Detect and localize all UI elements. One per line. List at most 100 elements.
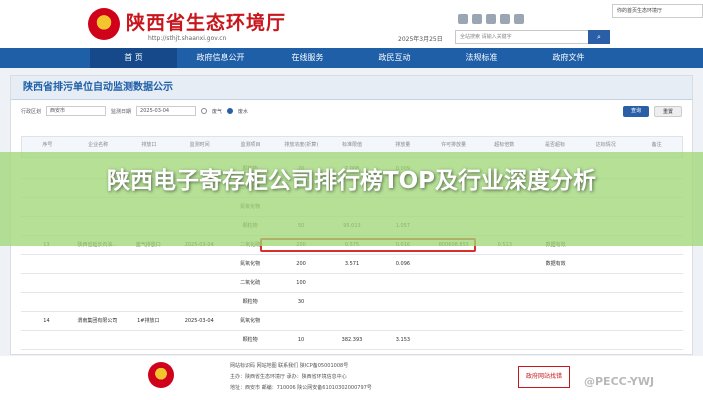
main-nav: 首 页 政府信息公开 在线服务 政民互动 法规标准 政府文件	[0, 48, 703, 68]
radio-gas-label: 废气	[212, 108, 223, 115]
table-cell: 200	[296, 261, 306, 267]
accessibility-icon[interactable]	[500, 14, 510, 24]
table-cell	[632, 312, 683, 330]
table-cell: 0.096	[395, 261, 411, 267]
table-row: 颗粒物 10 382.393 3.153	[21, 331, 683, 350]
table-cell	[530, 274, 581, 292]
table-cell: 30	[297, 299, 305, 305]
site-url: http://sthjt.shaanxi.gov.cn	[148, 35, 227, 42]
table-cell	[123, 293, 174, 311]
table-cell	[72, 255, 123, 273]
table-cell	[327, 293, 378, 311]
table-cell	[530, 331, 581, 349]
table-cell	[632, 293, 683, 311]
table-cell	[123, 255, 174, 273]
table-cell	[21, 293, 72, 311]
nav-item-regulation[interactable]: 法规标准	[438, 48, 525, 68]
table-cell	[479, 293, 530, 311]
table-cell	[72, 293, 123, 311]
table-cell: 100	[296, 280, 306, 286]
current-date: 2025年3月25日	[398, 36, 443, 43]
table-cell	[327, 274, 378, 292]
national-emblem-icon	[88, 8, 120, 40]
date-label: 监测日期	[111, 108, 132, 115]
gov-error-badge[interactable]: 政府网站找错	[518, 366, 570, 388]
table-cell	[174, 274, 225, 292]
table-cell	[72, 331, 123, 349]
query-button[interactable]: 查询	[622, 105, 649, 117]
date-input[interactable]: 2025-03-04	[136, 106, 197, 116]
table-row: 二氧化硫 100	[21, 274, 683, 293]
table-cell	[530, 312, 581, 330]
region-select[interactable]: 西安市	[46, 106, 107, 116]
table-cell	[479, 255, 530, 273]
table-cell	[377, 293, 428, 311]
footer-line-1[interactable]: 网站标识码 网站地图 联系我们 陕ICP备05001008号	[230, 362, 348, 369]
table-cell	[377, 274, 428, 292]
table-cell: 3.571	[344, 261, 360, 267]
search-input[interactable]: 全站搜索 请输入关键字	[455, 30, 610, 44]
table-row: 14 渭南集团有限公司 1#排放口 2025-03-04 氮氧化物	[21, 312, 683, 331]
table-cell: 氮氧化物	[240, 261, 261, 267]
table-cell	[123, 331, 174, 349]
wechat-icon[interactable]	[472, 14, 482, 24]
table-cell	[327, 312, 378, 330]
header-icons	[458, 14, 524, 24]
table-cell	[123, 274, 174, 292]
table-cell: 颗粒物	[242, 337, 258, 343]
nav-item-service[interactable]: 在线服务	[264, 48, 351, 68]
table-cell	[428, 293, 479, 311]
footer-line-2: 主办：陕西省生态环境厅 承办：陕西省环境信息中心	[230, 374, 347, 380]
table-cell: 氮氧化物	[240, 318, 261, 324]
table-cell	[581, 274, 632, 292]
radio-gas[interactable]	[201, 108, 208, 114]
footer-line-3: 地址：西安市 邮编：710006 陕公网安备61010302000797号	[230, 385, 372, 391]
table-cell: 382.393	[341, 337, 363, 343]
table-cell	[72, 274, 123, 292]
nav-item-documents[interactable]: 政府文件	[525, 48, 612, 68]
table-cell	[276, 312, 327, 330]
table-cell	[581, 255, 632, 273]
table-cell	[632, 274, 683, 292]
table-row: 氮氧化物 200 3.571 0.096 数据有效	[21, 255, 683, 274]
table-cell	[581, 293, 632, 311]
table-cell	[632, 331, 683, 349]
table-cell	[377, 312, 428, 330]
radio-water[interactable]	[227, 108, 234, 114]
table-cell: 3.153	[395, 337, 411, 343]
nav-item-home[interactable]: 首 页	[90, 48, 177, 68]
table-cell	[479, 331, 530, 349]
table-cell	[174, 331, 225, 349]
table-cell	[174, 255, 225, 273]
table-cell	[21, 274, 72, 292]
table-cell	[632, 255, 683, 273]
table-cell	[581, 331, 632, 349]
site-header: 陕西省生态环境厅 http://sthjt.shaanxi.gov.cn 202…	[0, 0, 703, 48]
table-cell: 颗粒物	[242, 299, 258, 305]
radio-water-label: 废水	[238, 108, 249, 115]
elder-mode-icon[interactable]	[514, 14, 524, 24]
table-cell: 数据有效	[545, 261, 566, 267]
table-cell: 2025-03-04	[184, 318, 214, 324]
table-cell	[21, 255, 72, 273]
reset-button[interactable]: 重置	[653, 105, 682, 117]
nav-item-info[interactable]: 政府信息公开	[177, 48, 264, 68]
table-cell	[21, 331, 72, 349]
table-cell	[428, 312, 479, 330]
search-button[interactable]: ⌕	[588, 30, 610, 44]
mobile-icon[interactable]	[486, 14, 496, 24]
table-cell: 10	[297, 337, 305, 343]
table-cell	[479, 312, 530, 330]
nav-item-interaction[interactable]: 政民互动	[351, 48, 438, 68]
table-cell	[428, 255, 479, 273]
weibo-icon[interactable]	[458, 14, 468, 24]
table-cell: 渭南集团有限公司	[77, 318, 118, 324]
panel-title: 陕西省排污单位自动监测数据公示	[11, 76, 692, 100]
top-right-link[interactable]: 你的首页生态环境厅	[612, 4, 703, 18]
table-cell	[428, 331, 479, 349]
article-title: 陕西电子寄存柜公司排行榜TOP及行业深度分析	[106, 168, 597, 194]
table-cell: 1#排放口	[137, 318, 160, 324]
table-cell	[428, 274, 479, 292]
table-cell	[530, 293, 581, 311]
filter-bar: 行政区划 西安市 监测日期 2025-03-04 废气 废水 查询 重置	[11, 100, 692, 122]
